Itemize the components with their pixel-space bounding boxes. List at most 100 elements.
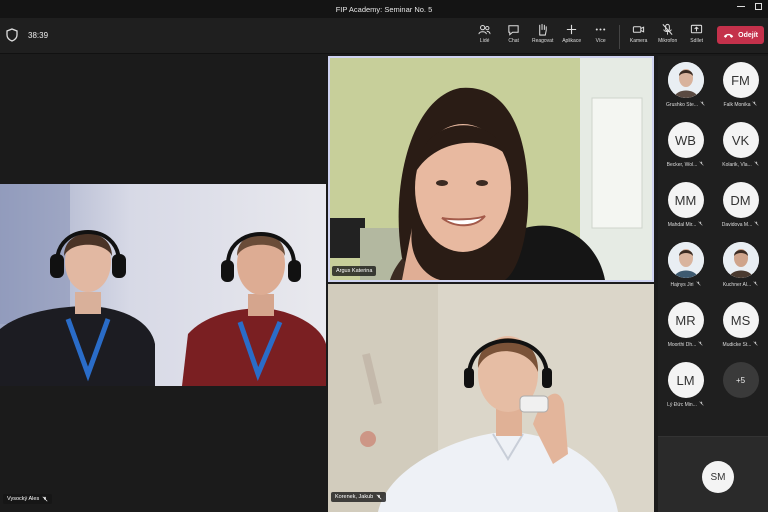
apps-button[interactable]: Aplikace [557,23,586,44]
participant-item[interactable]: MM Mahdal Mir... [658,182,713,237]
video-tile-left[interactable]: Vysocký Ales [0,56,326,512]
video-feed-speaker [330,58,652,280]
video-tile-bottom[interactable]: Korenek, Jakub [328,284,654,512]
participant-avatar: MM [667,182,704,218]
participant-item[interactable]: Kuchner Al... [713,242,768,297]
participant-name-row: Lý Đức Min... [667,401,704,408]
participant-name-tag: Korenek, Jakub [331,492,387,502]
participant-name-tag: Vysocký Ales [3,494,53,504]
participant-name: Lý Đức Min... [667,401,697,408]
share-button[interactable]: Sdílet [682,23,711,44]
people-label: Lidé [479,38,490,44]
leave-button[interactable]: Odejít [717,26,764,44]
participant-item[interactable]: FM Falk Monika [713,62,768,117]
leave-label: Odejít [738,31,758,39]
participant-avatar: WB [667,122,704,158]
camera-label: Kamera [629,38,648,44]
raise-hand-icon [539,23,547,36]
share-icon [691,24,703,34]
mic-off-icon [752,101,758,108]
more-label: Více [595,38,606,44]
people-icon [478,24,491,35]
mic-off-icon [699,161,704,168]
mic-label: Mikrofon [658,38,678,44]
participant-item[interactable]: DM Davidova M... [713,182,768,237]
participant-name-tag: Argus Katerina [332,266,377,276]
participant-name-row: Davidova M... [722,221,760,228]
participant-avatar: VK [722,122,759,158]
participant-avatar: DM [722,182,759,218]
self-view-tile[interactable]: SM [658,436,768,512]
camera-button[interactable]: Kamera [624,23,653,44]
participant-item[interactable]: Grushko Ste... [658,62,713,117]
meeting-info: 38:39 [6,28,48,42]
participant-name: Kolarik, Vla... [722,161,752,168]
maximize-icon[interactable] [755,3,762,10]
mic-off-icon [699,401,704,408]
mic-off-icon [695,281,701,288]
participant-avatar [667,242,704,278]
participant-item[interactable]: VK Kolarik, Vla... [713,122,768,177]
apps-label: Aplikace [562,38,582,44]
mic-off-icon [700,101,705,108]
participant-name-row: Kolarik, Vla... [722,161,759,168]
meeting-timer: 38:39 [28,30,49,40]
more-icon [595,28,606,31]
participant-name: Davidova M... [721,221,753,228]
share-label: Sdílet [690,38,704,44]
meeting-toolbar: 38:39 Lidé Chat Reagovat Aplikace Více K… [0,18,768,54]
mic-off-icon [662,23,673,35]
participant-avatar: MR [667,302,704,338]
video-tile-speaker[interactable]: Argus Katerina [328,56,654,282]
participant-item[interactable]: MS Mudicke St... [713,302,768,357]
self-avatar: SM [702,461,734,493]
window-title: FIP Academy: Seminar No. 5 [335,4,433,14]
more-participants-count: +5 [722,362,759,398]
chat-label: Chat [508,38,519,44]
mic-off-icon [753,341,759,348]
participant-avatar [722,242,759,278]
chat-button[interactable]: Chat [499,23,528,44]
participant-name: Mahdal Mir... [667,221,697,228]
mic-off-icon [698,221,703,228]
participant-item[interactable]: WB Becker, Wol... [658,122,713,177]
react-button[interactable]: Reagovat [528,23,557,44]
window-controls [737,3,762,10]
participants-grid: Grushko Ste... FM Falk Monika WB Becker, Wol… [658,62,768,417]
participant-avatar: LM [667,362,704,398]
hang-up-icon [723,33,734,38]
more-button[interactable]: Více [586,23,615,44]
camera-icon [633,26,645,33]
mic-off-icon [42,496,48,502]
participant-name: Mudicke St... [722,341,752,348]
chat-icon [508,25,519,36]
participant-name-row: Kuchner Al... [723,281,758,288]
toolbar-actions: Lidé Chat Reagovat Aplikace Více Kamera … [470,23,764,51]
participant-avatar: FM [722,62,759,98]
participant-name: Kuchner Al... [722,281,752,288]
participant-name: Becker, Wol... [666,161,698,168]
participant-avatar [667,62,704,98]
mic-button[interactable]: Mikrofon [653,23,682,44]
video-feed-bottom [328,284,654,512]
mic-off-icon [698,341,703,348]
window-title-bar: FIP Academy: Seminar No. 5 [0,0,768,18]
participant-name: Moorthi Dh... [667,341,697,348]
people-button[interactable]: Lidé [470,23,499,44]
react-label: Reagovat [531,38,554,44]
participant-name-row: Hajnys Jiri [670,281,701,288]
more-participants-button[interactable]: +5 [713,362,768,417]
participant-item[interactable]: Hajnys Jiri [658,242,713,297]
participant-name: Grushko Ste... [666,101,698,108]
video-feed-left [0,184,326,386]
minimize-icon[interactable] [737,6,745,7]
participant-name: Hajnys Jiri [670,281,694,288]
mic-off-icon [753,281,758,288]
participant-name: Falk Monika [723,101,751,108]
shield-icon [6,28,18,42]
participant-avatar: MS [722,302,759,338]
participant-item[interactable]: MR Moorthi Dh... [658,302,713,357]
participant-item[interactable]: LM Lý Đức Min... [658,362,713,417]
participant-name-row: Grushko Ste... [666,101,705,108]
mic-off-icon [754,221,759,228]
